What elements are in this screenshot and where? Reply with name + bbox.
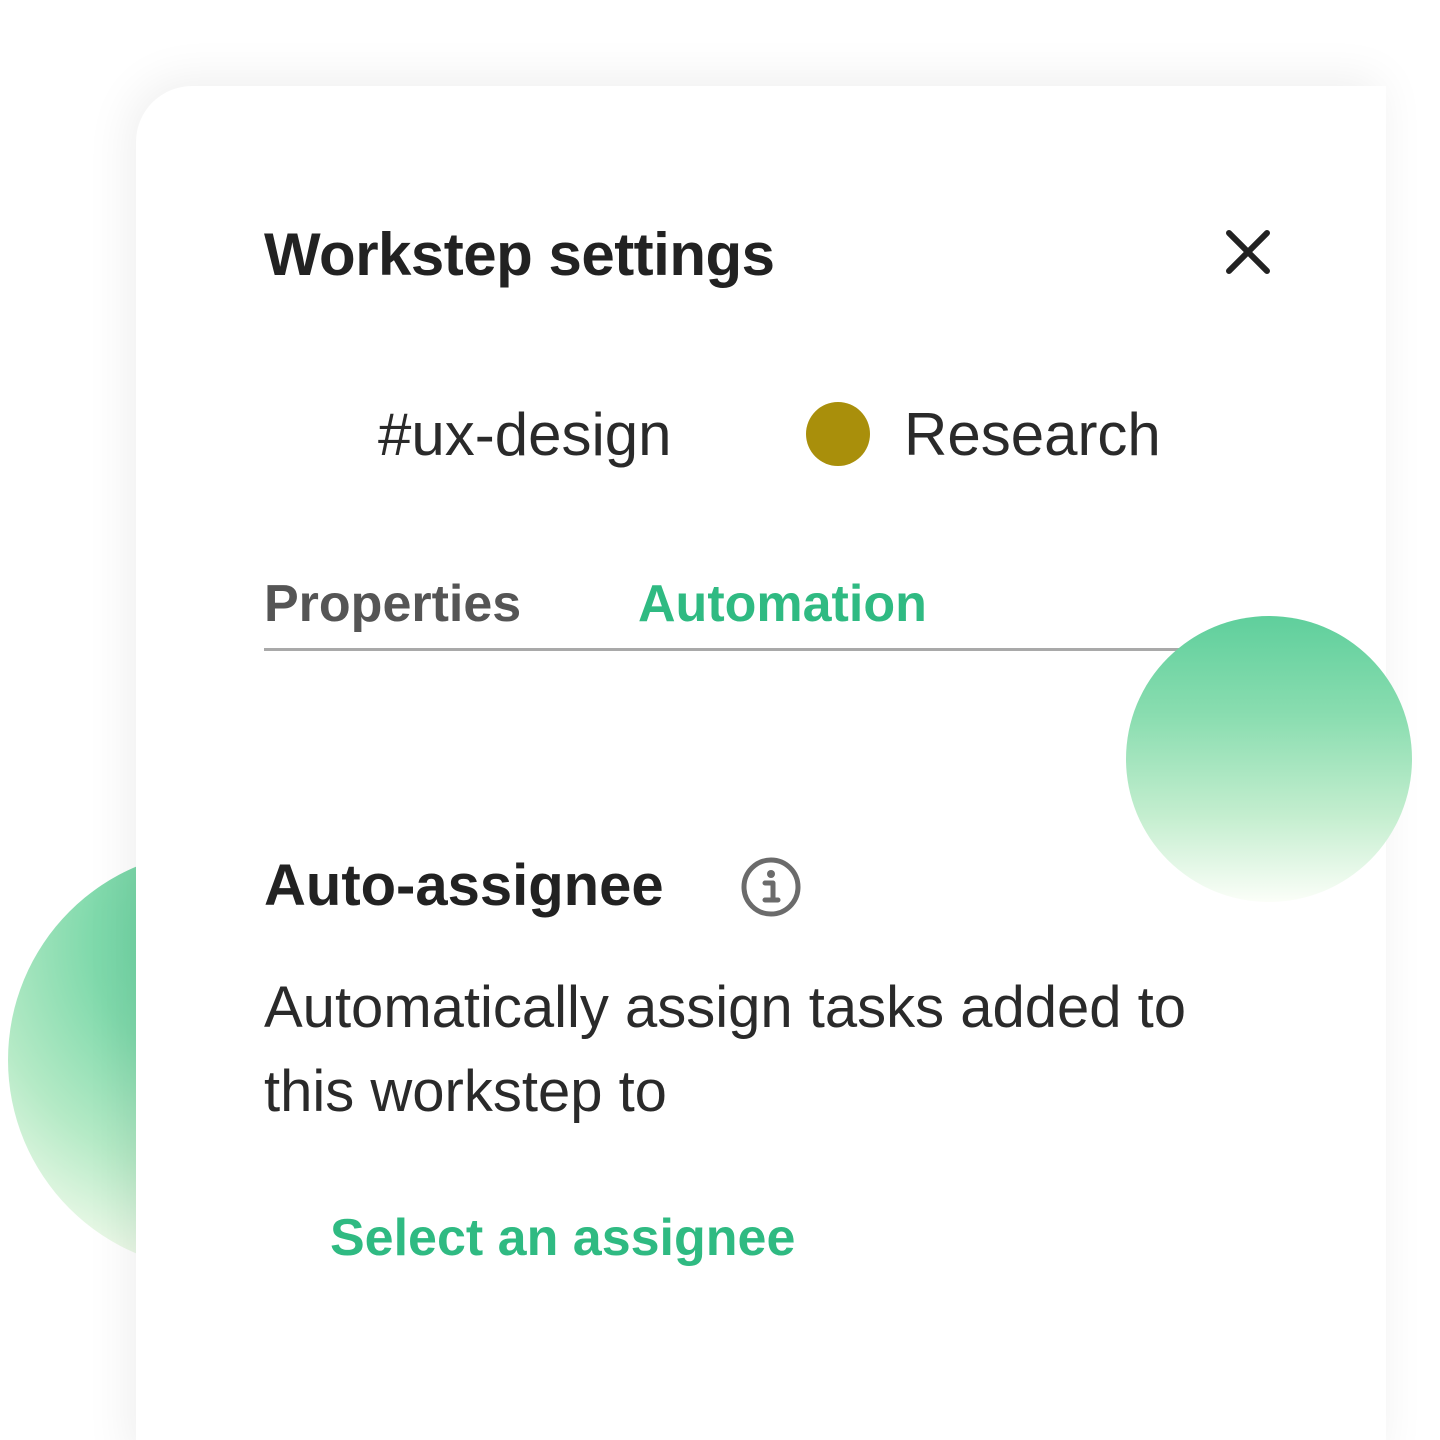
status-label: Research <box>904 401 1161 468</box>
close-icon-glyph <box>1226 230 1270 274</box>
info-icon[interactable] <box>740 856 802 918</box>
panel-title: Workstep settings <box>264 221 775 288</box>
tab-properties[interactable]: Properties <box>264 574 521 634</box>
tab-automation[interactable]: Automation <box>638 574 927 634</box>
stage: Workstep settings #ux-design Research Pr… <box>0 0 1440 1440</box>
close-icon[interactable] <box>1222 226 1274 278</box>
decorative-gradient-circle-right <box>1126 616 1412 902</box>
auto-assignee-title: Auto-assignee <box>264 853 664 918</box>
status-color-dot <box>806 402 870 466</box>
info-icon-glyph <box>741 857 801 917</box>
tabs-divider <box>264 648 1194 651</box>
channel-label: #ux-design <box>378 401 672 468</box>
select-assignee-button[interactable]: Select an assignee <box>330 1208 795 1268</box>
auto-assignee-description: Automatically assign tasks added to this… <box>264 975 1187 1124</box>
